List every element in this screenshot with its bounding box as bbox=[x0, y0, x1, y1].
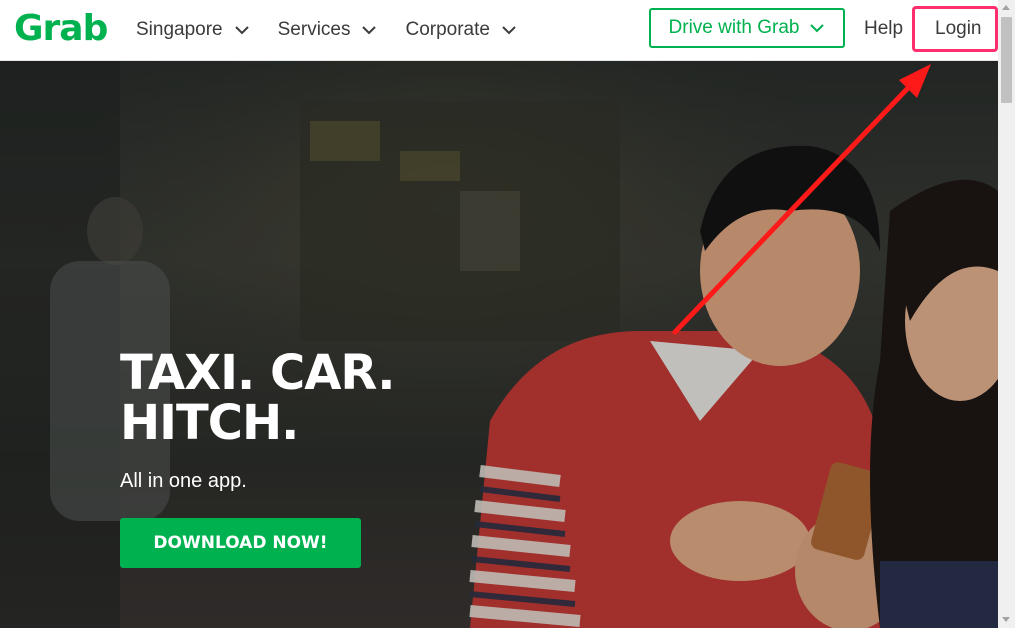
grab-logo[interactable]: Grab bbox=[14, 8, 108, 49]
chevron-down-icon bbox=[234, 26, 249, 35]
nav-services[interactable]: Services bbox=[278, 19, 378, 41]
scroll-up-arrow-icon[interactable] bbox=[1002, 5, 1010, 10]
main-nav: Singapore Services Corporate bbox=[136, 0, 545, 60]
hero-subline: All in one app. bbox=[120, 470, 247, 492]
hero-headline-line1: TAXI. CAR. bbox=[120, 345, 395, 401]
scroll-down-arrow-icon[interactable] bbox=[1002, 617, 1010, 622]
login-link[interactable]: Login bbox=[935, 18, 982, 40]
chevron-down-icon bbox=[362, 26, 377, 35]
nav-corporate[interactable]: Corporate bbox=[405, 19, 517, 41]
chevron-down-icon bbox=[810, 24, 825, 33]
hero-banner: TAXI. CAR. HITCH. All in one app. DOWNLO… bbox=[0, 61, 998, 628]
nav-corporate-label: Corporate bbox=[405, 19, 490, 40]
top-navigation-bar: Grab Singapore Services Corporate Drive … bbox=[0, 0, 998, 61]
chevron-down-icon bbox=[502, 26, 516, 35]
hero-headline-line2: HITCH. bbox=[120, 395, 299, 451]
hero-headline: TAXI. CAR. HITCH. bbox=[120, 345, 395, 451]
scrollbar-thumb[interactable] bbox=[1001, 17, 1012, 103]
nav-services-label: Services bbox=[277, 19, 351, 40]
download-now-button[interactable]: DOWNLOAD NOW! bbox=[120, 518, 361, 568]
drive-with-grab-button[interactable]: Drive with Grab bbox=[649, 8, 845, 48]
drive-with-grab-label: Drive with Grab bbox=[668, 17, 800, 38]
nav-singapore-label: Singapore bbox=[136, 19, 223, 40]
nav-singapore[interactable]: Singapore bbox=[136, 19, 250, 41]
help-link[interactable]: Help bbox=[864, 18, 903, 40]
vertical-scrollbar[interactable] bbox=[998, 0, 1015, 628]
